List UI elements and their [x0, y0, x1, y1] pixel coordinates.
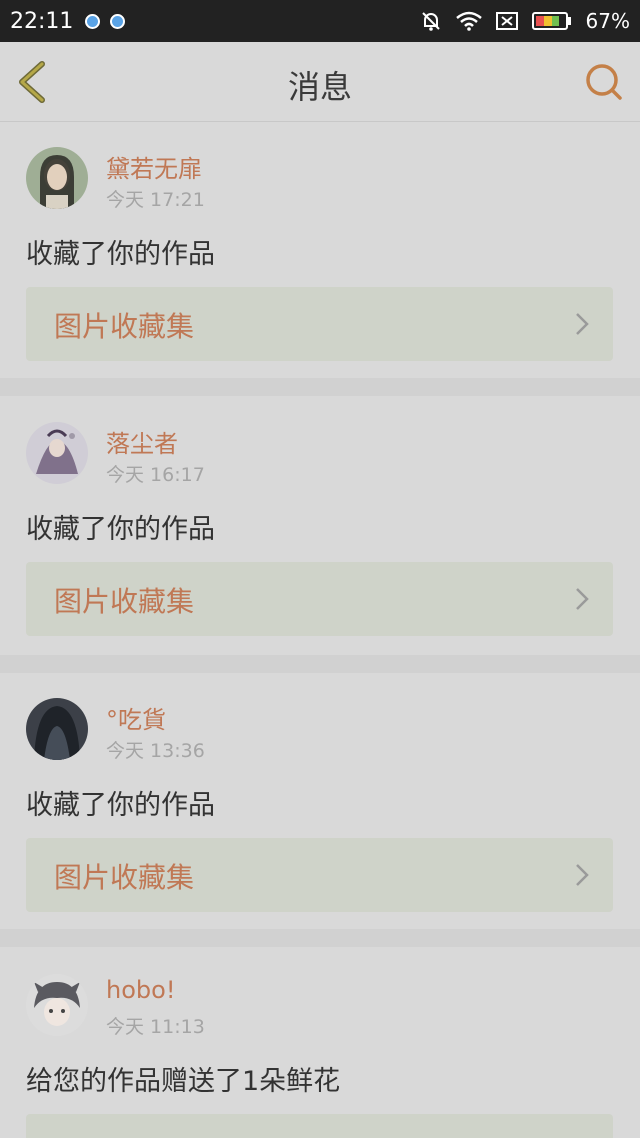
chevron-right-icon: [576, 313, 589, 335]
message-card: 落尘者 今天 16:17 收藏了你的作品 图片收藏集: [0, 397, 640, 655]
status-time: 22:11: [10, 8, 74, 34]
message-text: 收藏了你的作品: [26, 790, 215, 821]
message-card: hobo! 今天 11:13 给您的作品赠送了1朵鲜花: [0, 949, 640, 1138]
search-icon: [586, 64, 622, 100]
chevron-right-icon: [576, 588, 589, 610]
avatar[interactable]: [26, 974, 88, 1036]
message-card: 黛若无扉 今天 17:21 收藏了你的作品 图片收藏集: [0, 122, 640, 378]
message-text: 收藏了你的作品: [26, 514, 215, 545]
no-sim-icon: [495, 11, 518, 31]
mute-bell-icon: [420, 10, 442, 32]
page-title: 消息: [287, 68, 352, 106]
wifi-icon: [455, 11, 482, 31]
collection-link[interactable]: 图片收藏集: [26, 838, 613, 912]
battery-icon: [531, 11, 572, 31]
collection-link-label: 图片收藏集: [54, 861, 195, 894]
avatar[interactable]: [26, 698, 88, 760]
message-time: 今天 16:17: [106, 464, 205, 486]
sender-name[interactable]: °吃貨: [106, 700, 166, 735]
sender-name[interactable]: 黛若无扉: [106, 149, 202, 184]
collection-link[interactable]: 图片收藏集: [26, 287, 613, 361]
avatar[interactable]: [26, 147, 88, 209]
status-bar: 22:11 67%: [0, 0, 640, 42]
message-time: 今天 17:21: [106, 189, 205, 211]
card-divider: [0, 378, 640, 396]
avatar[interactable]: [26, 422, 88, 484]
card-divider: [0, 655, 640, 673]
message-time: 今天 11:13: [106, 1016, 205, 1038]
notification-icons: [85, 13, 126, 29]
card-divider: [0, 929, 640, 947]
message-time: 今天 13:36: [106, 740, 205, 762]
collection-link[interactable]: 图片收藏集: [26, 562, 613, 636]
sender-name[interactable]: hobo!: [106, 976, 175, 1004]
battery-percent: 67%: [585, 9, 630, 33]
message-card: °吃貨 今天 13:36 收藏了你的作品 图片收藏集: [0, 673, 640, 929]
app-notification-icon: [85, 13, 101, 29]
status-right: 67%: [420, 9, 630, 33]
collection-link-label: 图片收藏集: [54, 585, 195, 618]
search-button[interactable]: [584, 62, 624, 102]
nav-bar: 消息: [0, 42, 640, 122]
chevron-right-icon: [576, 864, 589, 886]
collection-link-label: 图片收藏集: [54, 310, 195, 343]
collection-link[interactable]: [26, 1114, 613, 1138]
sender-name[interactable]: 落尘者: [106, 424, 178, 459]
message-text: 给您的作品赠送了1朵鲜花: [26, 1066, 341, 1097]
app-notification-icon: [110, 13, 126, 29]
message-text: 收藏了你的作品: [26, 239, 215, 270]
